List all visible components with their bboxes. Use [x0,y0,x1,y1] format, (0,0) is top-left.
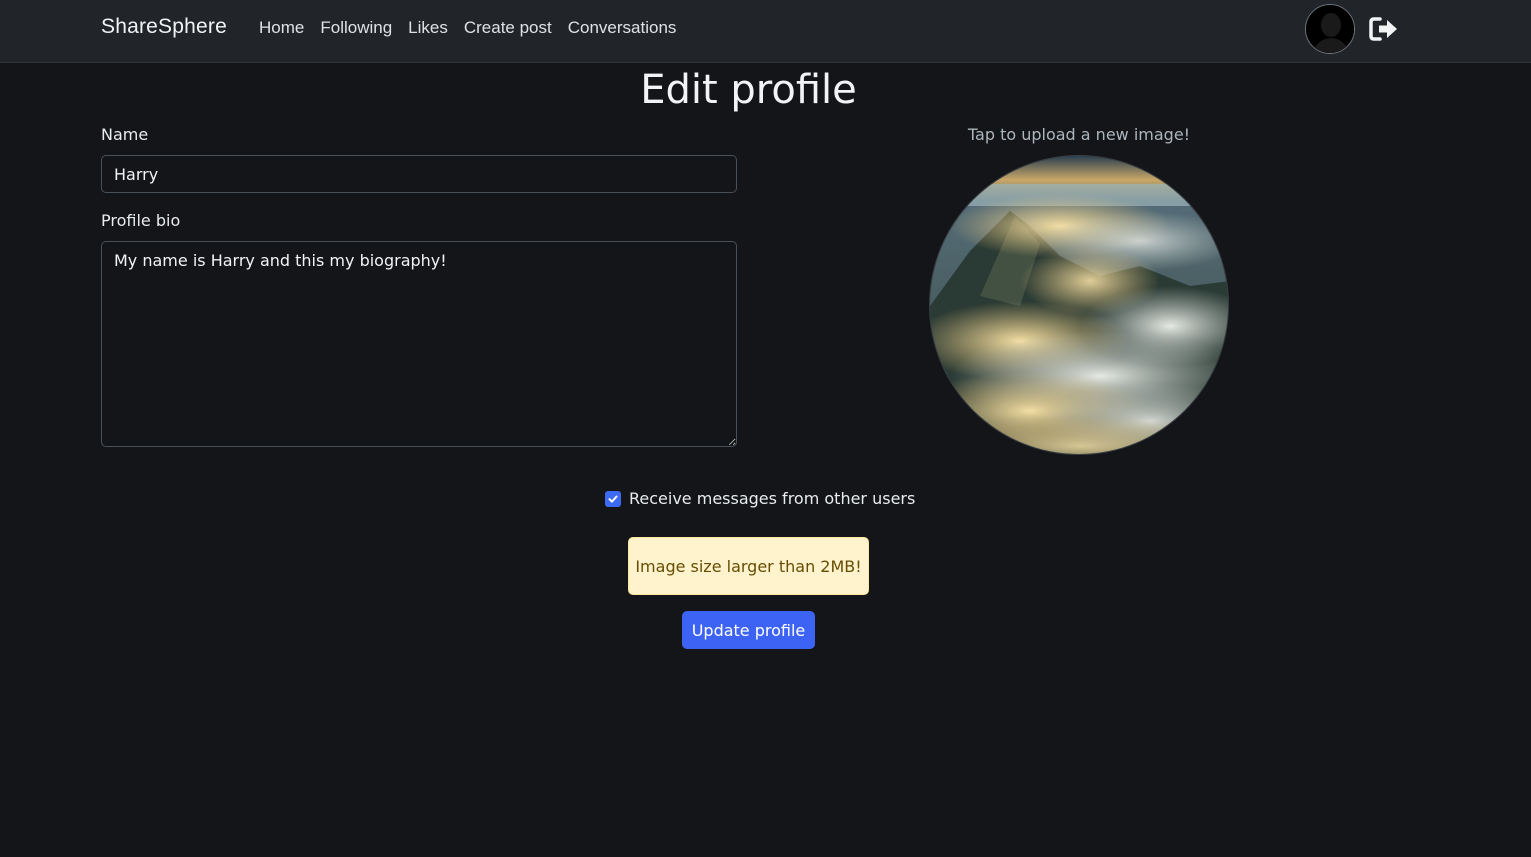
bio-textarea[interactable]: My name is Harry and this my biography! [101,241,737,447]
nav-links: Home Following Likes Create post Convers… [259,18,692,38]
receive-messages-label: Receive messages from other users [629,489,916,508]
brand-logo[interactable]: ShareSphere [101,15,227,39]
name-input[interactable] [101,155,737,193]
sign-out-icon [1369,17,1397,41]
nav-link-following[interactable]: Following [320,18,392,38]
top-navbar: ShareSphere Home Following Likes Create … [0,0,1531,63]
user-avatar[interactable] [1305,4,1355,54]
nav-link-create-post[interactable]: Create post [464,18,552,38]
user-silhouette-icon [1306,5,1354,53]
logout-button[interactable] [1368,14,1400,44]
profile-image-upload[interactable] [929,155,1229,455]
page-title: Edit profile [640,67,857,113]
bio-label: Profile bio [101,211,181,230]
update-profile-button[interactable]: Update profile [682,611,815,649]
profile-image [930,156,1228,454]
receive-messages-toggle[interactable]: Receive messages from other users [605,489,915,508]
name-label: Name [101,125,149,144]
receive-messages-checkbox[interactable] [605,490,621,507]
nav-link-home[interactable]: Home [259,18,304,38]
upload-hint: Tap to upload a new image! [967,125,1191,144]
nav-link-conversations[interactable]: Conversations [568,18,677,38]
check-icon [608,495,618,503]
image-size-warning: Image size larger than 2MB! [628,537,869,595]
nav-link-likes[interactable]: Likes [408,18,448,38]
